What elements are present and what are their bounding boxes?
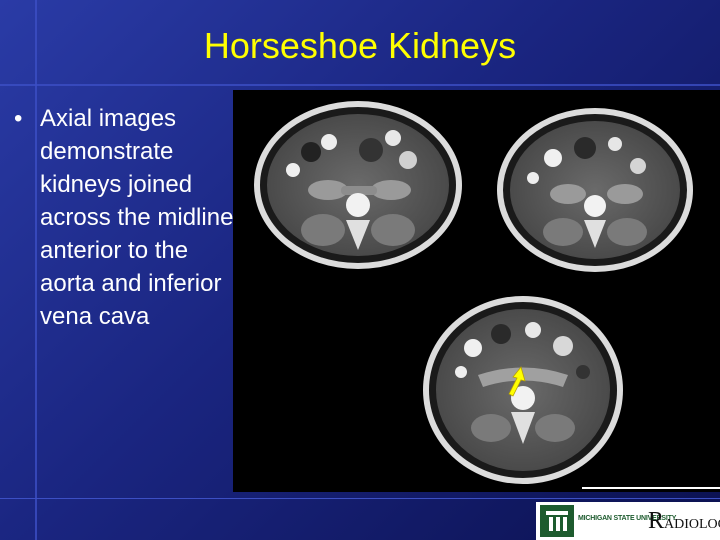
bullet-item: • Axial images demonstrate kidneys joine… [14, 102, 234, 333]
logo-department-rest: ADIOLOGY [664, 517, 720, 532]
logo-department-initial: R [648, 508, 665, 534]
axial-ct-upper-right [497, 108, 693, 272]
slide-title: Horseshoe Kidneys [203, 25, 517, 66]
bullet-marker: • [14, 105, 23, 132]
logo-department-name: RADIOLOGY [648, 508, 720, 535]
ct-image-panel [233, 90, 720, 492]
msu-radiology-logo: MICHIGAN STATE UNIVERSITY RADIOLOGY [536, 502, 720, 540]
university-seal-icon [540, 505, 574, 537]
axial-ct-upper-left [254, 101, 462, 269]
decorative-horizontal-line [0, 84, 720, 86]
bullet-list: • Axial images demonstrate kidneys joine… [14, 102, 234, 333]
footer-divider [0, 498, 720, 499]
axial-ct-lower [423, 296, 623, 484]
divider-line [582, 487, 720, 489]
bullet-text: Axial images demonstrate kidneys joined … [40, 105, 234, 330]
